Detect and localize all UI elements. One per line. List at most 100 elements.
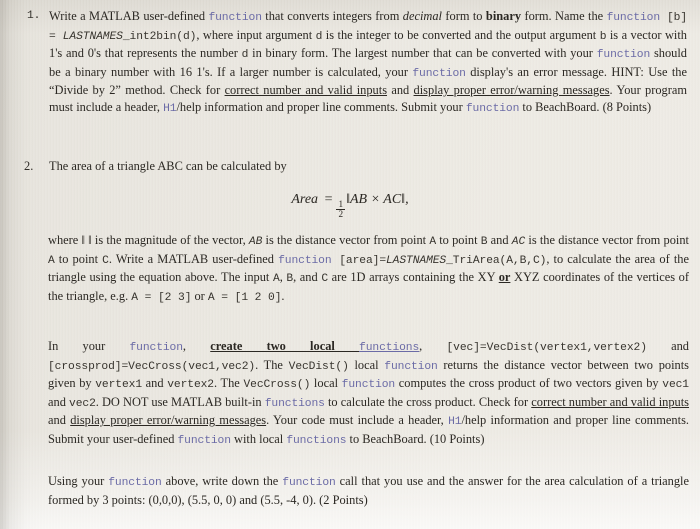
code-literal: LASTNAMES bbox=[386, 254, 447, 267]
equation-equals: = bbox=[324, 192, 333, 207]
underlined-text: correct number and valid inputs bbox=[224, 83, 388, 98]
body-text: and bbox=[142, 376, 168, 391]
body-text: , where input argument bbox=[196, 27, 316, 42]
code-keyword: functions bbox=[264, 397, 325, 410]
body-text: , bbox=[182, 339, 211, 353]
body-text: computes the cross product of two vector… bbox=[395, 376, 663, 391]
underlined-text: display proper error/warning messages bbox=[70, 413, 267, 428]
body-text: and bbox=[487, 233, 512, 247]
body-text: are 1D arrays containing the XY bbox=[328, 270, 499, 285]
code-keyword: function bbox=[108, 477, 162, 489]
body-text: , bbox=[419, 339, 447, 353]
scanned-assignment-page: 1. Write a MATLAB user-defined function … bbox=[0, 0, 700, 529]
emphasis-text: decimal bbox=[402, 9, 442, 23]
code-keyword: function bbox=[384, 360, 438, 373]
body-text: . The bbox=[214, 376, 244, 391]
body-text: that converts integers from bbox=[261, 9, 403, 23]
code-literal: A bbox=[48, 254, 55, 267]
question-2-local-functions-body: In your function, create two local funct… bbox=[48, 338, 689, 449]
code-literal: VecDist() bbox=[288, 360, 349, 373]
body-text: is the distance vector from point bbox=[262, 233, 430, 247]
code-literal: A = [1 2 0] bbox=[207, 291, 282, 304]
code-literal: [area]= bbox=[331, 254, 386, 267]
code-keyword: function bbox=[129, 342, 183, 354]
body-text: and bbox=[48, 413, 71, 428]
code-literal: A bbox=[273, 273, 280, 286]
body-text: to BeachBoard. (10 Points) bbox=[346, 431, 485, 446]
underlined-text: display proper error/warning messages bbox=[413, 83, 610, 98]
code-literal: A bbox=[429, 236, 437, 248]
code-keyword: function bbox=[606, 12, 661, 24]
underlined-text: correct number and valid inputs bbox=[531, 394, 689, 409]
body-text: /help information and proper line commen… bbox=[176, 99, 466, 114]
body-text: form to bbox=[441, 9, 486, 23]
code-keyword: function bbox=[282, 477, 336, 489]
body-text: , and bbox=[293, 270, 322, 285]
code-keyword: H1 bbox=[448, 416, 462, 429]
code-literal: vertex2 bbox=[167, 379, 214, 392]
question-1-text: Write a MATLAB user-defined function tha… bbox=[49, 8, 687, 117]
body-text: and bbox=[48, 394, 70, 409]
question-1: 1. Write a MATLAB user-defined function … bbox=[27, 8, 687, 117]
code-literal: [vec]=VecDist(vertex1,vertex2) bbox=[446, 342, 647, 354]
underlined-text: or bbox=[498, 270, 511, 285]
code-keyword: function bbox=[465, 102, 520, 115]
body-text: with local bbox=[230, 431, 287, 446]
body-text: local bbox=[310, 376, 342, 391]
code-literal: C bbox=[102, 254, 109, 267]
body-text: to calculate the cross product. Check fo… bbox=[324, 394, 532, 409]
body-text: . Your code must include a header, bbox=[266, 413, 449, 428]
code-literal: AC bbox=[511, 236, 526, 248]
body-text: In your bbox=[48, 339, 130, 353]
one-half-fraction: 12 bbox=[336, 199, 346, 220]
area-equation: Area = 1 2 ‖AB × AC‖, bbox=[0, 192, 700, 220]
equation-rhs: ‖AB × AC‖, bbox=[346, 192, 409, 207]
body-text: where ‖ ‖ is the magnitude of the vector… bbox=[48, 233, 249, 247]
code-keyword: function bbox=[177, 434, 231, 447]
body-text: . DO NOT use MATLAB built-in bbox=[95, 394, 265, 409]
code-literal: AB bbox=[248, 236, 263, 248]
body-text: form. Name the bbox=[521, 9, 607, 23]
code-literal: vertex1 bbox=[95, 379, 143, 392]
body-text: local bbox=[348, 357, 385, 372]
body-text: and bbox=[387, 83, 414, 98]
body-text: is the integer to be converted and the o… bbox=[322, 27, 600, 42]
final-question-paragraph: Using your function above, write down th… bbox=[48, 473, 689, 508]
code-literal: LASTNAMES bbox=[62, 30, 123, 43]
body-text: and bbox=[646, 339, 689, 353]
body-text: to point bbox=[436, 233, 481, 247]
code-keyword: function bbox=[412, 67, 466, 80]
code-literal: VecCross() bbox=[243, 379, 311, 392]
body-text: to point bbox=[54, 251, 103, 266]
body-text: . Write a MATLAB user-defined bbox=[108, 251, 279, 266]
code-literal: [crossprod]=VecCross(vec1,vec2) bbox=[48, 360, 256, 373]
code-literal: _int2bin(d) bbox=[122, 30, 197, 43]
code-keyword: H1 bbox=[163, 102, 177, 115]
question-2-number: 2. bbox=[24, 159, 34, 173]
code-literal: vec1 bbox=[662, 379, 689, 392]
code-keyword: function bbox=[596, 49, 651, 62]
strong-text: binary bbox=[485, 9, 522, 23]
body-text: in binary form. The largest number that … bbox=[248, 46, 597, 61]
underlined-text: create two local bbox=[210, 339, 360, 353]
code-literal: vec2 bbox=[69, 397, 96, 410]
code-keyword: function bbox=[278, 254, 332, 267]
question-2-intro: The area of a triangle ABC can be calcul… bbox=[49, 159, 287, 173]
question-1-number: 1. bbox=[27, 10, 41, 22]
body-text: to BeachBoard. (8 Points) bbox=[519, 99, 652, 114]
equation-lhs: Area bbox=[291, 192, 319, 207]
body-text: Write a MATLAB user-defined bbox=[49, 9, 209, 23]
code-keyword: function bbox=[208, 12, 262, 24]
question-2-body: where ‖ ‖ is the magnitude of the vector… bbox=[48, 232, 689, 306]
code-keyword: functions bbox=[286, 434, 347, 447]
code-keyword: functions bbox=[359, 342, 420, 354]
body-text: above, write down the bbox=[161, 474, 283, 488]
body-text: Using your bbox=[48, 474, 109, 488]
code-keyword: function bbox=[341, 379, 396, 392]
question-2: 2. The area of a triangle ABC can be cal… bbox=[24, 158, 689, 175]
body-text: is the distance vector from point bbox=[525, 233, 689, 247]
fraction-denominator: 2 bbox=[338, 209, 344, 220]
code-literal: C bbox=[321, 273, 328, 286]
body-text: . The bbox=[255, 357, 289, 372]
code-literal: _TriArea(A,B,C) bbox=[446, 254, 547, 267]
